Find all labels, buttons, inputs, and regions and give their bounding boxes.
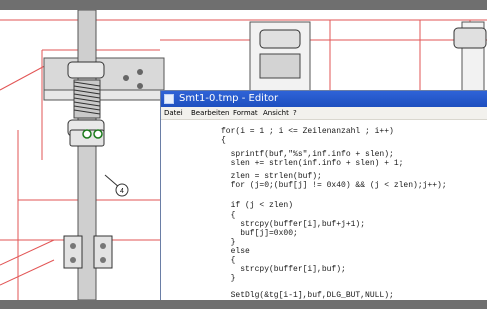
code-line: for (j=0;(buf[j] != 0x40) && (j < zlen);… (221, 181, 447, 190)
editor-titlebar[interactable]: Smt1-0.tmp - Editor (161, 91, 487, 107)
menu-bearbeiten[interactable]: Bearbeiten (191, 107, 229, 119)
menu-format[interactable]: Format (233, 107, 258, 119)
code-line: buf[j]=0x00; (221, 229, 298, 238)
spindle-assembly (63, 10, 113, 300)
compression-spring (73, 79, 101, 119)
editor-menubar: Datei Bearbeiten Format Ansicht ? (161, 107, 487, 120)
code-line: for(i = 1 ; i <= Zeilenanzahl ; i++) (221, 127, 394, 136)
code-line: if (j < zlen) (221, 201, 294, 210)
menu-ansicht[interactable]: Ansicht (263, 107, 289, 119)
code-line: SetDlg(&tg[i-1],buf,DLG_BUT,NULL); (221, 291, 394, 300)
top-border (0, 0, 487, 10)
editor-title: Smt1-0.tmp - Editor (179, 93, 279, 104)
code-line: strcpy(buffer[i],buf); (221, 265, 346, 274)
callout-number: 4 (120, 188, 124, 195)
code-line: slen += strlen(inf.info + slen) + 1; (221, 159, 404, 168)
code-line: { (221, 136, 226, 145)
bottom-border (0, 300, 487, 309)
code-line: } (221, 274, 236, 283)
code-line: else (221, 247, 250, 256)
code-line: { (221, 211, 236, 220)
editor-text-area[interactable]: for(i = 1 ; i <= Zeilenanzahl ; i++) { s… (161, 120, 487, 301)
code-line: zlen = strlen(buf); (221, 172, 322, 181)
code-line: } (221, 238, 236, 247)
screenshot-frame: 4 Smt1-0.tmp - Editor Datei Bearbeiten F… (0, 0, 487, 309)
right-machine-parts (249, 21, 487, 93)
menu-datei[interactable]: Datei (164, 107, 183, 119)
notepad-icon (164, 94, 174, 104)
code-line: sprintf(buf,"%s",inf.info + slen); (221, 150, 394, 159)
code-line: strcpy(buffer[i],buf+j+1); (221, 220, 366, 229)
notepad-editor-window[interactable]: Smt1-0.tmp - Editor Datei Bearbeiten For… (160, 90, 487, 302)
callout-bubble: 4 (104, 174, 129, 197)
menu-help[interactable]: ? (293, 107, 297, 119)
code-line: { (221, 256, 236, 265)
